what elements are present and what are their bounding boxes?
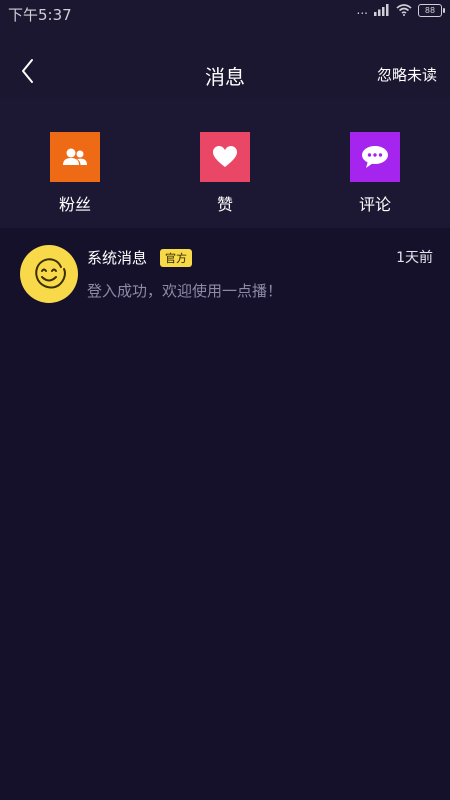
avatar (20, 245, 78, 303)
likes-tile (200, 132, 250, 182)
signal-icon (374, 4, 389, 16)
quick-action-label: 评论 (358, 195, 391, 214)
quick-actions: 粉丝 赞 评论 (0, 98, 450, 228)
message-preview: 登入成功，欢迎使用一点播！ (87, 282, 283, 300)
quick-action-comments[interactable]: 评论 (315, 132, 435, 215)
message-time: 1天前 (396, 250, 433, 266)
fans-tile (50, 132, 100, 182)
header: 消息 忽略未读 (0, 28, 450, 98)
smiley-icon (35, 258, 66, 289)
official-badge: 官方 (160, 249, 192, 267)
comments-tile (350, 132, 400, 182)
quick-action-fans[interactable]: 粉丝 (15, 132, 135, 215)
wifi-icon (396, 4, 412, 16)
status-bar: 下午5:37 ... 88 (0, 0, 450, 28)
battery-icon: 88 (418, 3, 445, 17)
more-dots-icon: ... (356, 3, 368, 17)
quick-action-label: 赞 (216, 195, 233, 214)
ignore-unread-button[interactable]: 忽略未读 (377, 64, 437, 85)
status-icons: ... 88 (356, 3, 445, 17)
status-time: 下午5:37 (8, 6, 72, 24)
fans-icon (63, 148, 87, 165)
comment-icon (362, 146, 388, 168)
message-sender: 系统消息 (87, 249, 148, 267)
quick-action-likes[interactable]: 赞 (165, 132, 285, 215)
quick-action-label: 粉丝 (58, 195, 91, 214)
list-item[interactable]: 系统消息 官方 1天前 登入成功，欢迎使用一点播！ (0, 236, 450, 314)
heart-icon (213, 146, 237, 167)
